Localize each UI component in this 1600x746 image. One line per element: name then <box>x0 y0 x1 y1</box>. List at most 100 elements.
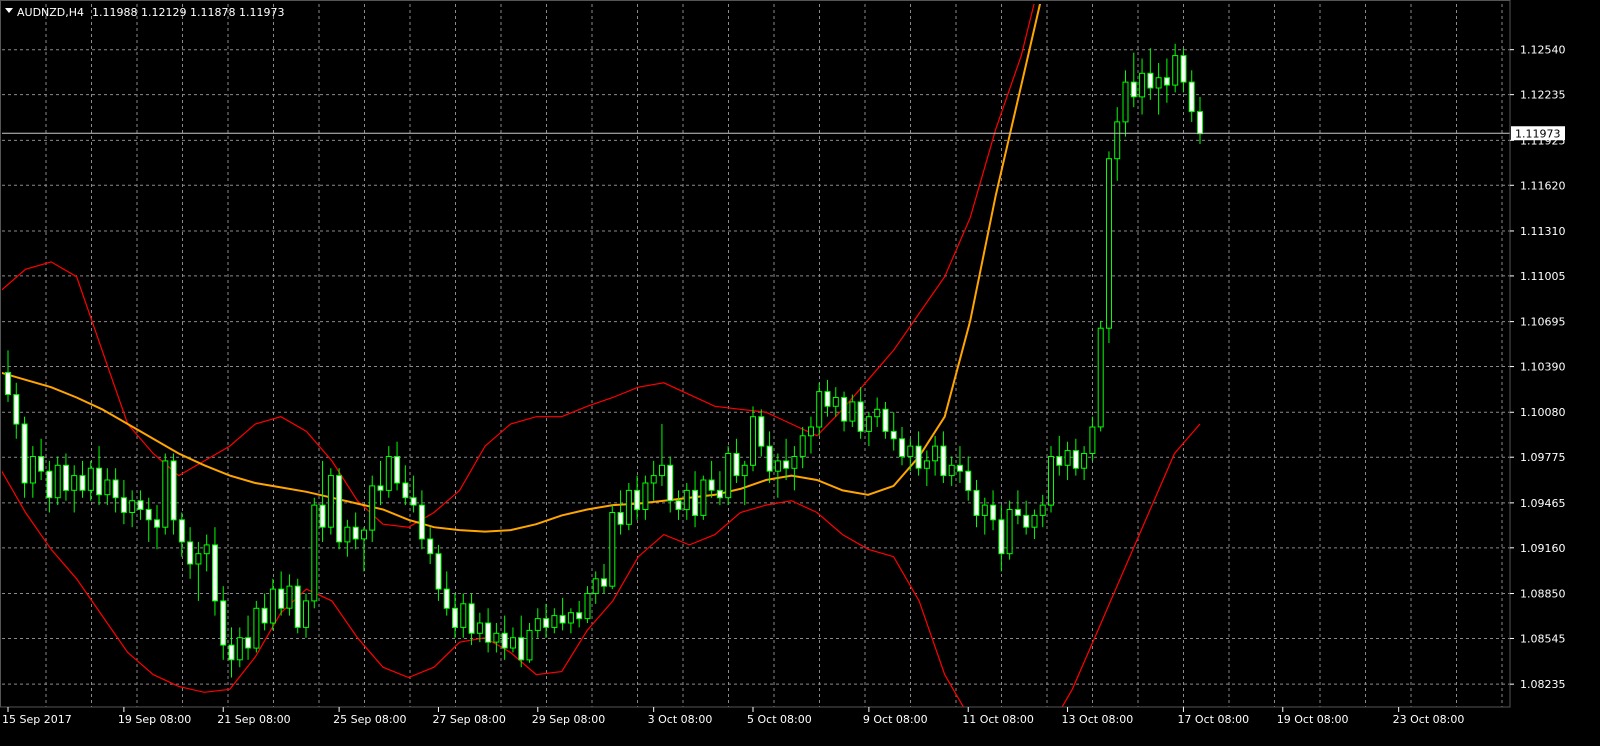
candle-bullish <box>750 416 756 466</box>
x-tick-label: 9 Oct 08:00 <box>863 713 928 726</box>
candle-bearish <box>543 618 550 628</box>
x-tick-label: 29 Sep 08:00 <box>532 713 605 726</box>
candle-bearish <box>998 519 1005 555</box>
candle-bearish <box>1023 514 1030 528</box>
x-tick-label: 27 Sep 08:00 <box>432 713 505 726</box>
candle-bullish <box>1064 450 1071 466</box>
candle-bullish <box>948 464 955 477</box>
candle-bearish <box>261 607 268 624</box>
x-tick-label: 25 Sep 08:00 <box>333 713 406 726</box>
y-tick-label: 1.11620 <box>1520 179 1566 192</box>
candle-bearish <box>882 408 889 432</box>
candle-bullish <box>526 629 533 661</box>
y-tick-label: 1.09160 <box>1520 542 1566 555</box>
current-price-tag: 1.11973 <box>1511 126 1565 141</box>
candle-bearish <box>1130 81 1137 98</box>
candle-bearish <box>990 504 997 521</box>
candle-bullish <box>551 615 558 628</box>
candle-bearish <box>46 470 53 499</box>
candle-bearish <box>427 538 434 555</box>
candle-bullish <box>700 479 707 516</box>
candle-bearish <box>145 509 152 521</box>
y-tick-label: 1.12540 <box>1520 44 1566 57</box>
y-tick-label: 1.09465 <box>1520 497 1566 510</box>
candle-bearish <box>63 464 69 491</box>
candle-bullish <box>71 475 78 491</box>
candle-bullish <box>849 401 856 422</box>
candle-bullish <box>361 529 367 540</box>
current-price-tag-label: 1.11973 <box>1515 127 1561 140</box>
candle-bearish <box>1180 55 1187 83</box>
price-chart[interactable]: 1.12540 1.12235 1.11925 1.11620 1.11310 1.110… <box>0 0 1600 746</box>
candle-bearish <box>899 438 905 457</box>
candle-bullish <box>865 416 872 432</box>
candle-bullish <box>162 460 169 528</box>
candle-bullish <box>1106 158 1112 329</box>
candle-bearish <box>278 588 285 609</box>
candle-bearish <box>245 637 252 649</box>
candle-bearish <box>137 500 144 511</box>
candle-bullish <box>567 612 574 624</box>
candle-bearish <box>294 585 301 628</box>
x-tick-label: 19 Oct 08:00 <box>1277 713 1349 726</box>
x-tick-label: 11 Oct 08:00 <box>962 713 1034 726</box>
candle-bearish <box>617 512 624 525</box>
y-tick-label: 1.10695 <box>1520 316 1566 329</box>
candle-bearish <box>1147 72 1154 89</box>
candle-bullish <box>659 464 665 477</box>
chart-header[interactable]: AUDNZD,H4 1.11988 1.12129 1.11878 1.1197… <box>5 6 284 19</box>
candle-bullish <box>774 460 781 472</box>
candle-bearish <box>857 401 864 432</box>
candle-bullish <box>642 482 649 510</box>
candle-bullish <box>1089 426 1096 454</box>
candle-bullish <box>832 397 839 407</box>
candle-bullish <box>311 504 318 602</box>
candle-bearish <box>120 497 127 513</box>
candle-bullish <box>683 489 690 511</box>
chart-canvas[interactable]: 1.125401.122351.119251.116201.113101.110… <box>0 0 1600 746</box>
candle-bullish <box>1114 121 1121 160</box>
candle-bearish <box>212 544 218 602</box>
candle-bullish <box>87 467 94 491</box>
x-tick-label: 17 Oct 08:00 <box>1177 713 1249 726</box>
candle-bearish <box>170 460 177 521</box>
candle-bearish <box>1014 509 1021 516</box>
candle-bullish <box>203 544 210 555</box>
x-tick-label: 23 Oct 08:00 <box>1393 713 1465 726</box>
y-tick-label: 1.10390 <box>1520 361 1566 374</box>
candle-bullish <box>1122 81 1129 123</box>
candle-bullish <box>1172 55 1179 86</box>
candle-bullish <box>625 489 632 525</box>
candle-bearish <box>377 485 384 491</box>
candle-bearish <box>1056 456 1063 466</box>
y-tick-label: 1.08545 <box>1520 632 1566 645</box>
candle-bullish <box>1139 72 1146 98</box>
candle-bearish <box>634 489 641 511</box>
y-tick-label: 1.09775 <box>1520 451 1566 464</box>
candle-bullish <box>303 600 309 628</box>
candle-bullish <box>534 618 541 631</box>
candle-bearish <box>5 371 11 395</box>
candle-bullish <box>1039 504 1046 516</box>
candle-bearish <box>824 391 831 407</box>
candle-bearish <box>38 456 45 472</box>
candle-bearish <box>485 622 492 643</box>
candle-bearish <box>187 541 194 565</box>
candle-bullish <box>923 460 930 469</box>
y-tick-label: 1.11310 <box>1520 225 1566 238</box>
candle-bullish <box>253 607 260 649</box>
candle-bullish <box>104 479 111 496</box>
candle-bearish <box>957 464 963 472</box>
y-tick-label: 1.08850 <box>1520 588 1566 601</box>
y-tick-label: 1.10080 <box>1520 406 1566 419</box>
x-tick-label: 19 Sep 08:00 <box>118 713 191 726</box>
x-tick-label: 21 Sep 08:00 <box>217 713 290 726</box>
candle-bearish <box>965 470 972 491</box>
y-tick-label: 1.11005 <box>1520 270 1566 283</box>
candle-bearish <box>220 600 227 646</box>
candle-bullish <box>791 456 798 469</box>
candle-bearish <box>1072 450 1079 469</box>
candle-bearish <box>576 612 583 620</box>
ohlc-readout: 1.11988 1.12129 1.11878 1.11973 <box>92 6 284 19</box>
y-tick-label: 1.08235 <box>1520 678 1566 691</box>
